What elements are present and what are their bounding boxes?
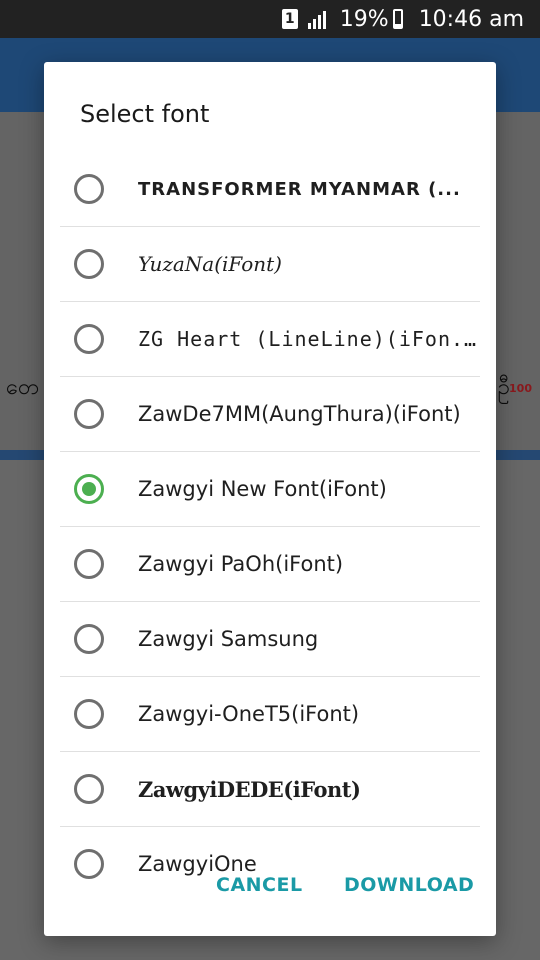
font-label: Zawgyi Samsung — [138, 627, 319, 651]
clock: 10:46 am — [418, 6, 524, 32]
dialog-title: Select font — [80, 100, 210, 128]
dialog-actions: CANCEL DOWNLOAD — [44, 870, 496, 906]
list-item[interactable]: Zawgyi-OneT5(iFont) — [60, 677, 480, 752]
list-item[interactable]: Zawgyi New Font(iFont) — [60, 452, 480, 527]
battery-percent: 19% — [339, 6, 389, 32]
list-item[interactable]: Zawgyi Samsung — [60, 602, 480, 677]
font-label: Zawgyi New Font(iFont) — [138, 477, 387, 501]
font-label: YuzaNa(iFont) — [138, 252, 282, 276]
list-item[interactable]: ZawgyiDEDE(iFont) — [60, 752, 480, 827]
sim-icon: 1 — [281, 9, 298, 29]
radio-button[interactable] — [74, 399, 104, 429]
radio-button[interactable] — [74, 324, 104, 354]
list-item[interactable]: ZawDe7MM(AungThura)(iFont) — [60, 377, 480, 452]
font-list: TRANSFORMER MYANMAR (... YuzaNa(iFont) Z… — [60, 152, 480, 901]
signal-icon — [307, 9, 328, 29]
font-label: ZG Heart (LineLine)(iFon... — [138, 327, 478, 351]
font-label: Zawgyi PaOh(iFont) — [138, 552, 344, 576]
radio-button[interactable] — [74, 174, 104, 204]
list-item[interactable]: TRANSFORMER MYANMAR (... — [60, 152, 480, 227]
radio-button[interactable] — [74, 774, 104, 804]
radio-button-selected[interactable] — [74, 474, 104, 504]
radio-button[interactable] — [74, 624, 104, 654]
font-label: ZawgyiDEDE(iFont) — [138, 776, 361, 802]
download-button[interactable]: DOWNLOAD — [338, 870, 480, 900]
status-bar: 1 19% 10:46 am — [0, 0, 540, 38]
font-label: TRANSFORMER MYANMAR (... — [138, 178, 461, 200]
radio-button[interactable] — [74, 699, 104, 729]
font-label: Zawgyi-OneT5(iFont) — [138, 702, 360, 726]
battery-icon — [392, 9, 403, 29]
list-item[interactable]: ZG Heart (LineLine)(iFon... — [60, 302, 480, 377]
select-font-dialog: Select font TRANSFORMER MYANMAR (... Yuz… — [44, 62, 496, 936]
cancel-button[interactable]: CANCEL — [210, 870, 309, 900]
font-label: ZawDe7MM(AungThura)(iFont) — [138, 402, 461, 426]
radio-button[interactable] — [74, 249, 104, 279]
list-item[interactable]: Zawgyi PaOh(iFont) — [60, 527, 480, 602]
radio-button[interactable] — [74, 549, 104, 579]
list-item[interactable]: YuzaNa(iFont) — [60, 227, 480, 302]
